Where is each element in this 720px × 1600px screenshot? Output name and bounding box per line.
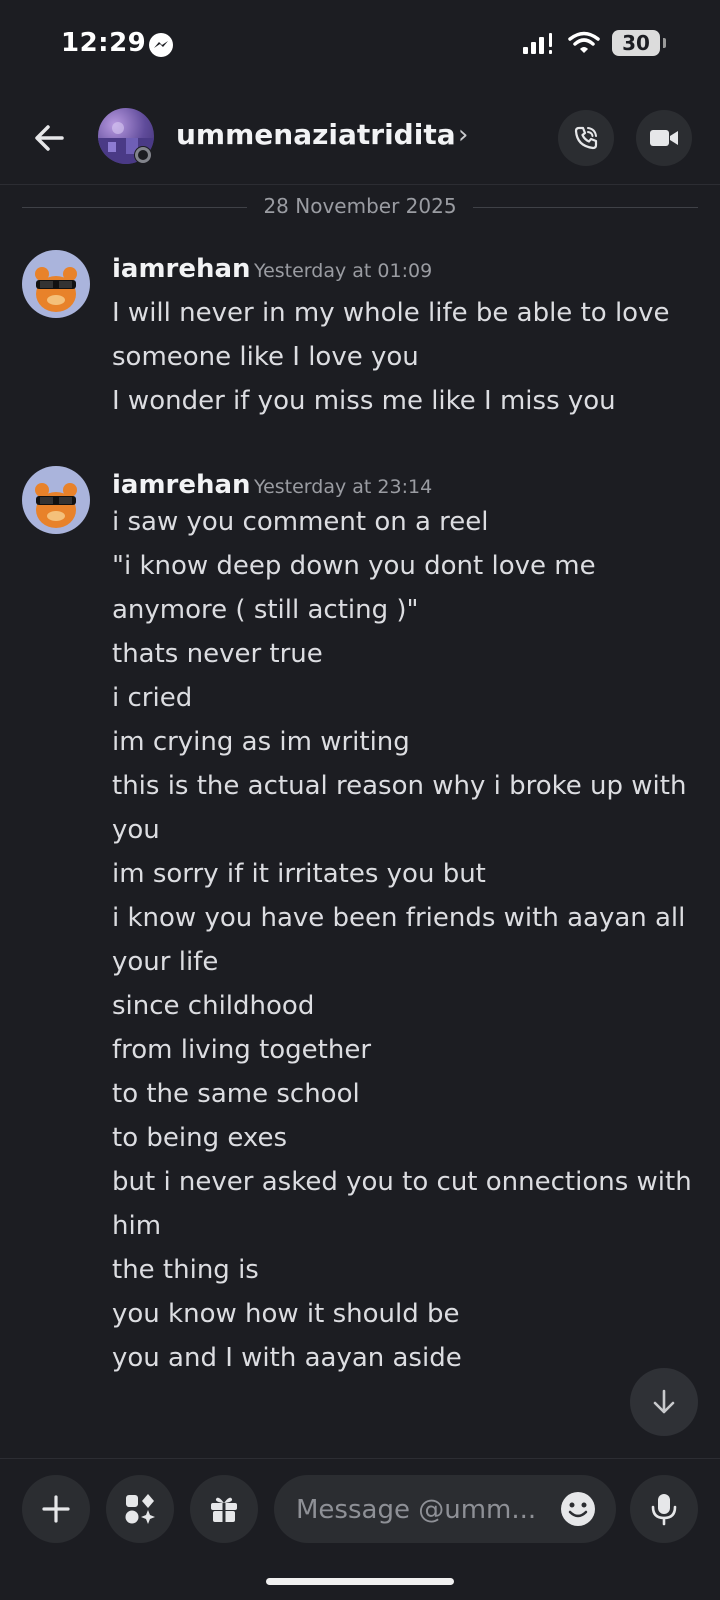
offline-status-icon	[134, 146, 152, 164]
cat-with-sunglasses-icon	[35, 267, 77, 312]
video-call-button[interactable]	[636, 110, 692, 166]
messenger-icon	[149, 33, 173, 57]
status-time: 12:29	[61, 28, 147, 58]
wifi-icon	[568, 31, 600, 53]
message-line[interactable]: "i know deep down you dont love me anymo…	[112, 544, 702, 632]
status-bar: 12:29 30	[0, 0, 720, 90]
message-line[interactable]: since childhood	[112, 984, 702, 1028]
message-group: iamrehan Yesterday at 01:09 I will never…	[0, 250, 720, 430]
message-line[interactable]: I will never in my whole life be able to…	[112, 291, 702, 379]
arrow-down-icon	[653, 1389, 675, 1414]
apps-button[interactable]	[106, 1475, 174, 1543]
message-author[interactable]: iamrehan	[112, 254, 251, 284]
message-body: i saw you comment on a reel "i know deep…	[112, 500, 702, 1380]
message-input[interactable]: Message @umm...	[274, 1475, 616, 1543]
message-group: iamrehan Yesterday at 23:14 i saw you co…	[0, 466, 720, 1456]
message-line[interactable]: i cried	[112, 676, 702, 720]
gift-button[interactable]	[190, 1475, 258, 1543]
message-input-placeholder: Message @umm...	[296, 1495, 537, 1525]
message-composer: Message @umm...	[0, 1458, 720, 1559]
home-indicator[interactable]	[266, 1578, 454, 1585]
message-line[interactable]: the thing is	[112, 1248, 702, 1292]
message-line[interactable]: im sorry if it irritates you but	[112, 852, 702, 896]
status-indicators: 30	[522, 28, 666, 58]
emoji-icon[interactable]	[560, 1491, 596, 1527]
battery-indicator: 30	[612, 30, 666, 56]
message-timestamp: Yesterday at 01:09	[254, 260, 433, 282]
message-timestamp: Yesterday at 23:14	[254, 476, 433, 498]
message-line[interactable]: from living together	[112, 1028, 702, 1072]
message-line[interactable]: but i never asked you to cut onnections …	[112, 1160, 702, 1248]
message-line[interactable]: thats never true	[112, 632, 702, 676]
date-divider-text: 28 November 2025	[263, 194, 457, 218]
gift-icon	[211, 1497, 237, 1522]
message-line[interactable]: to being exes	[112, 1116, 702, 1160]
divider-line	[473, 207, 698, 208]
message-line[interactable]: you know how it should be	[112, 1292, 702, 1336]
video-camera-icon	[650, 130, 678, 146]
jump-to-latest-button[interactable]	[630, 1368, 698, 1436]
chat-header: ummenaziatridita ›	[0, 100, 720, 185]
message-line[interactable]: to the same school	[112, 1072, 702, 1116]
microphone-icon	[651, 1494, 677, 1526]
message-author[interactable]: iamrehan	[112, 470, 251, 500]
plus-icon	[42, 1495, 70, 1523]
message-body: I will never in my whole life be able to…	[112, 291, 702, 423]
message-line[interactable]: this is the actual reason why i broke up…	[112, 764, 702, 852]
cat-with-sunglasses-icon	[35, 483, 77, 528]
chevron-right-icon[interactable]: ›	[458, 120, 468, 150]
message-line[interactable]: i know you have been friends with aayan …	[112, 896, 702, 984]
message-line[interactable]: im crying as im writing	[112, 720, 702, 764]
author-avatar[interactable]	[22, 466, 90, 534]
author-avatar[interactable]	[22, 250, 90, 318]
message-line[interactable]: i saw you comment on a reel	[112, 500, 702, 544]
contact-username[interactable]: ummenaziatridita	[176, 118, 456, 151]
back-arrow-icon[interactable]	[28, 116, 72, 160]
message-line[interactable]: I wonder if you miss me like I miss you	[112, 379, 702, 423]
date-divider: 28 November 2025	[22, 192, 698, 222]
signal-icon	[523, 33, 552, 54]
phone-icon	[574, 126, 598, 150]
apps-icon	[125, 1494, 155, 1524]
voice-message-button[interactable]	[630, 1475, 698, 1543]
message-line[interactable]: you and I with aayan aside	[112, 1336, 702, 1380]
voice-call-button[interactable]	[558, 110, 614, 166]
attach-button[interactable]	[22, 1475, 90, 1543]
